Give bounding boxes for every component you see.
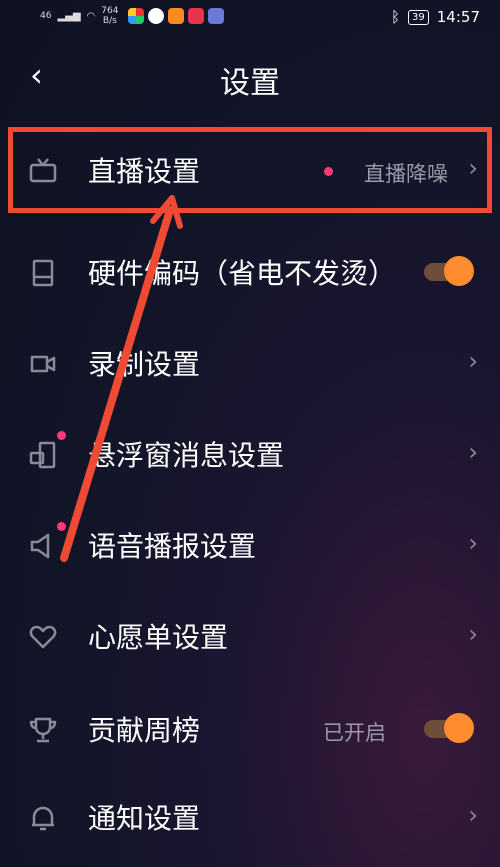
hardware-icon xyxy=(32,259,54,287)
bell-icon xyxy=(32,806,54,831)
settings-item-label: 录制设置 xyxy=(88,348,201,381)
new-indicator-dot xyxy=(57,431,66,440)
app-icon xyxy=(168,8,185,24)
settings-item-label: 通知设置 xyxy=(88,802,201,835)
speaker-icon xyxy=(30,533,50,559)
settings-item-contribution[interactable]: 贡献周榜 已开启 xyxy=(0,685,500,775)
settings-item-label: 贡献周榜 xyxy=(88,714,201,747)
settings-item-label: 悬浮窗消息设置 xyxy=(88,439,285,472)
new-indicator-dot xyxy=(57,522,66,531)
chevron-right-icon: › xyxy=(468,801,478,829)
chevron-right-icon: › xyxy=(468,438,478,466)
notification-icons xyxy=(128,8,225,24)
hardware-encoding-toggle[interactable] xyxy=(424,256,474,286)
settings-item-floating[interactable]: 悬浮窗消息设置 › xyxy=(0,410,500,500)
chevron-right-icon: › xyxy=(468,620,478,648)
settings-item-label: 心愿单设置 xyxy=(88,621,229,654)
wifi-icon: ◠ xyxy=(86,10,96,22)
signal-icon: ▂▄▆ xyxy=(57,10,81,22)
highlight-box xyxy=(8,127,492,213)
header: ‹ 设置 xyxy=(0,50,500,106)
page-title: 设置 xyxy=(220,66,280,101)
network-speed: 764 B/s xyxy=(101,6,119,26)
settings-item-wishlist[interactable]: 心愿单设置 › xyxy=(0,592,500,682)
app-icon xyxy=(188,8,205,24)
status-right: ᛒ 39 14:57 xyxy=(391,8,480,26)
settings-item-label: 语音播报设置 xyxy=(88,530,257,563)
contribution-toggle[interactable] xyxy=(424,713,474,743)
settings-item-notify[interactable]: 通知设置 › xyxy=(0,773,500,863)
chevron-right-icon: › xyxy=(468,529,478,557)
settings-item-voice[interactable]: 语音播报设置 › xyxy=(0,501,500,591)
settings-item-label: 硬件编码（省电不发烫） xyxy=(88,257,397,290)
chevron-right-icon: › xyxy=(468,347,478,375)
settings-item-value: 已开启 xyxy=(323,721,386,745)
bluetooth-icon: ᛒ xyxy=(391,8,401,26)
trophy-icon xyxy=(29,717,57,743)
settings-item-hardware[interactable]: 硬件编码（省电不发烫） xyxy=(0,228,500,318)
app-icon xyxy=(208,8,225,24)
clock: 14:57 xyxy=(436,8,480,26)
heart-icon xyxy=(29,625,57,649)
network-type: 46 xyxy=(40,10,52,21)
floating-window-icon xyxy=(29,441,56,469)
status-left: 46 ▂▄▆ ◠ 764 B/s xyxy=(40,6,225,26)
status-bar: 46 ▂▄▆ ◠ 764 B/s ᛒ 39 14:57 xyxy=(0,0,500,36)
settings-item-record[interactable]: 录制设置 › xyxy=(0,319,500,409)
toggle-knob xyxy=(444,256,474,286)
toggle-knob xyxy=(444,713,474,743)
camera-icon xyxy=(30,355,56,373)
app-icon xyxy=(128,8,145,24)
app-icon xyxy=(148,8,165,24)
battery-icon: 39 xyxy=(408,9,429,25)
